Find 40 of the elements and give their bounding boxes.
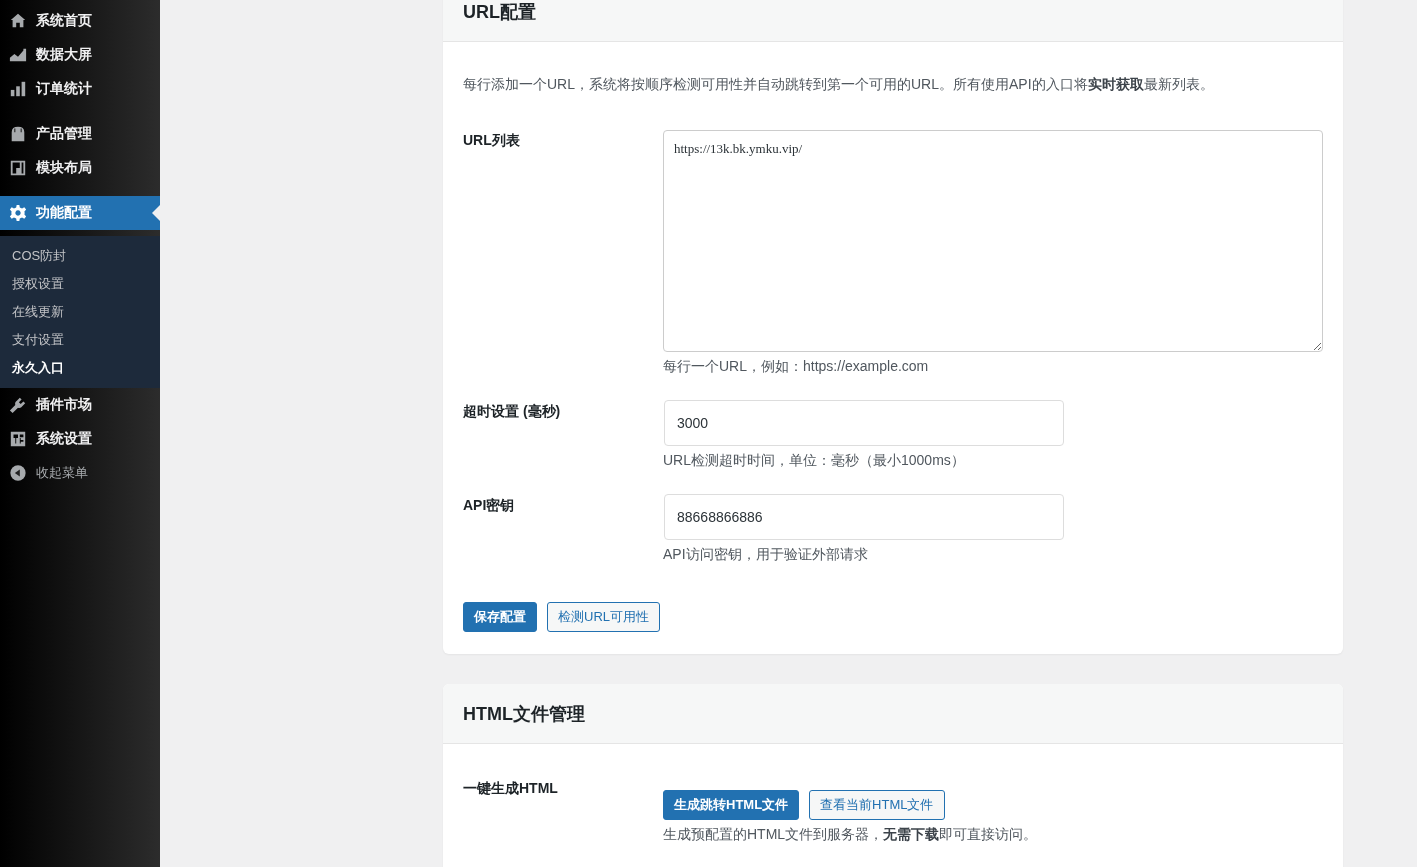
submenu-item[interactable]: 支付设置 xyxy=(0,326,160,354)
submenu-item[interactable]: 在线更新 xyxy=(0,298,160,326)
line-chart-icon xyxy=(9,46,27,64)
sidebar-item[interactable]: 订单统计 xyxy=(0,72,160,106)
field-label: 一键生成HTML xyxy=(463,779,559,798)
input-field[interactable]: 88668866886 xyxy=(664,494,1064,540)
card-title: URL配置 xyxy=(463,0,536,24)
url-list-field[interactable]: https://13k.bk.ymku.vip/ xyxy=(663,130,1323,352)
primary-button[interactable]: 生成跳转HTML文件 xyxy=(663,790,800,820)
sidebar-item[interactable]: 产品管理 xyxy=(0,117,160,151)
bag-icon xyxy=(9,125,27,143)
sidebar-item[interactable]: 数据大屏 xyxy=(0,38,160,72)
field-label: API密钥 xyxy=(463,496,516,515)
description-text: 每行添加一个URL，系统将按顺序检测可用性并自动跳转到第一个可用的URL。所有使用API的入口将实时获取最新列表。 xyxy=(463,76,1215,94)
field-label: 超时设置 (毫秒) xyxy=(463,402,562,421)
house-icon xyxy=(9,12,27,30)
layout-icon xyxy=(9,159,27,177)
collapse-icon xyxy=(9,464,27,482)
submenu-item[interactable]: 永久入口 xyxy=(0,354,160,382)
primary-button[interactable]: 保存配置 xyxy=(463,602,537,632)
card-title: HTML文件管理 xyxy=(463,702,585,726)
help-text: 每行一个URL，例如：https://example.com xyxy=(663,358,930,376)
help-text: URL检测超时时间，单位：毫秒（最小1000ms） xyxy=(663,452,966,470)
sidebar-item[interactable]: 插件市场 xyxy=(0,388,160,422)
sidebar-item[interactable]: 系统首页 xyxy=(0,4,160,38)
field-label: URL列表 xyxy=(463,131,521,150)
input-field[interactable]: 3000 xyxy=(664,400,1064,446)
gear-icon xyxy=(9,204,27,222)
sidebar-item[interactable]: 模块布局 xyxy=(0,151,160,185)
help-text: 生成预配置的HTML文件到服务器，无需下载即可直接访问。 xyxy=(663,826,1039,844)
help-text: API访问密钥，用于验证外部请求 xyxy=(663,546,869,564)
sidebar-item[interactable]: 系统设置 xyxy=(0,422,160,456)
bar-chart-icon xyxy=(9,80,27,98)
active-pointer-icon xyxy=(152,205,160,221)
submenu-item[interactable]: COS防封 xyxy=(0,242,160,270)
secondary-button[interactable]: 检测URL可用性 xyxy=(547,602,660,632)
secondary-button[interactable]: 查看当前HTML文件 xyxy=(809,790,945,820)
submenu-item[interactable]: 授权设置 xyxy=(0,270,160,298)
sidebar-item[interactable]: 收起菜单 xyxy=(0,456,160,490)
sidebar-item[interactable]: 功能配置 xyxy=(0,196,160,230)
